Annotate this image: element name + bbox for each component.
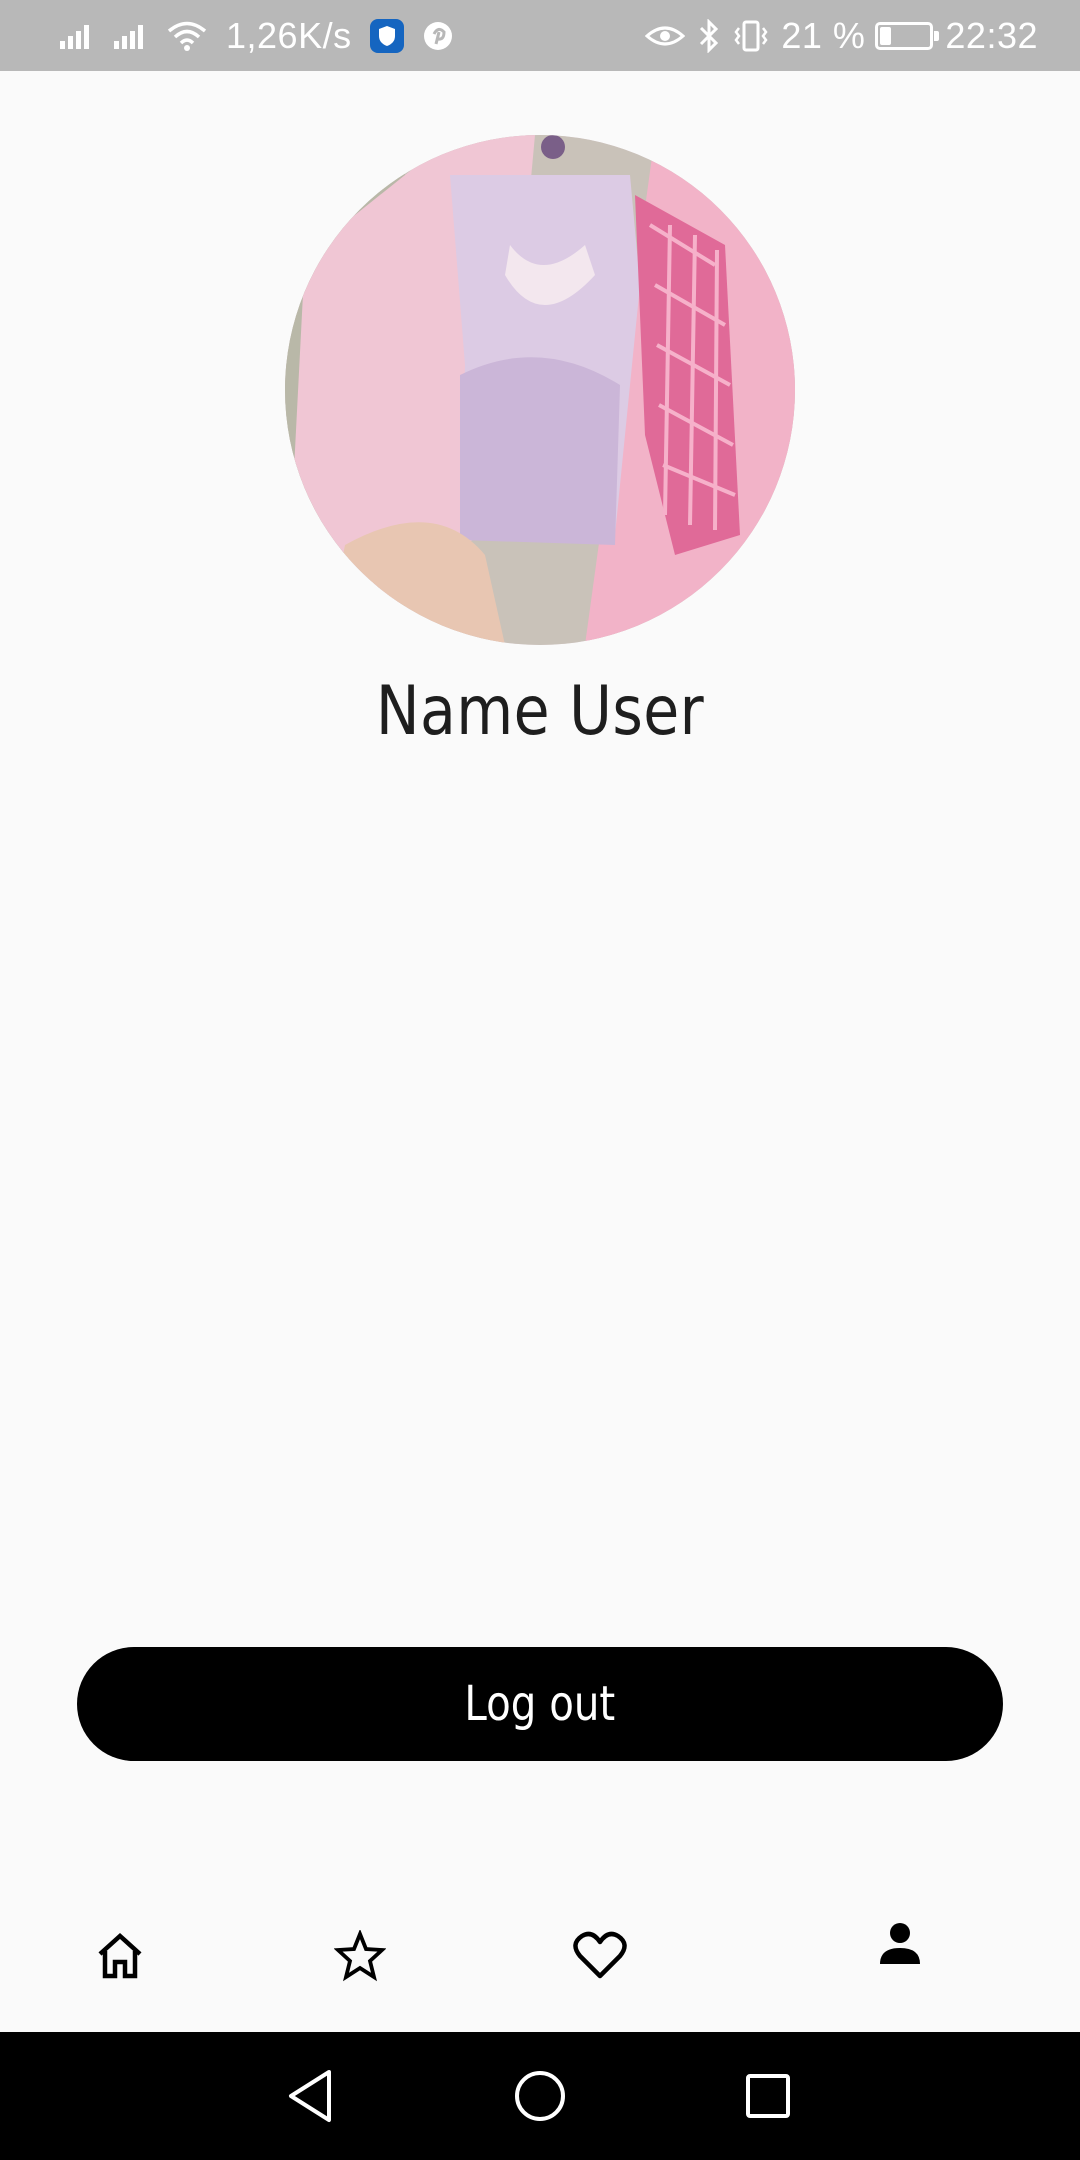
battery-icon bbox=[875, 21, 940, 50]
logout-label: Log out bbox=[464, 1676, 616, 1732]
avatar[interactable] bbox=[285, 135, 795, 645]
nav-favorites[interactable] bbox=[300, 1880, 420, 2032]
status-bar: 1,26K/s 21 % 22:32 bbox=[0, 0, 1080, 71]
back-button[interactable] bbox=[260, 2032, 360, 2160]
status-bar-right: 21 % 22:32 bbox=[633, 0, 1038, 71]
clock: 22:32 bbox=[945, 14, 1038, 56]
logout-button[interactable]: Log out bbox=[77, 1647, 1003, 1761]
recents-icon bbox=[746, 2074, 790, 2118]
battery-level bbox=[880, 26, 892, 45]
status-bar-left: 1,26K/s bbox=[58, 0, 472, 71]
eye-icon bbox=[645, 22, 686, 50]
back-icon bbox=[289, 2070, 331, 2122]
nav-home[interactable] bbox=[60, 1880, 180, 2032]
signal-icon bbox=[112, 21, 148, 51]
home-circle-icon bbox=[515, 2071, 565, 2121]
pinterest-icon bbox=[422, 20, 454, 52]
recents-button[interactable] bbox=[718, 2032, 818, 2160]
system-nav bbox=[0, 2032, 1080, 2160]
shield-icon bbox=[369, 18, 404, 53]
user-name: Name User bbox=[375, 672, 705, 751]
person-icon bbox=[880, 1923, 920, 1964]
bottom-nav bbox=[0, 1880, 1080, 2032]
star-icon bbox=[334, 1930, 386, 1982]
wifi-icon bbox=[166, 20, 208, 52]
nav-profile[interactable] bbox=[840, 1880, 960, 2032]
network-speed: 1,26K/s bbox=[226, 14, 352, 56]
home-icon bbox=[98, 1932, 142, 1979]
heart-icon bbox=[573, 1931, 627, 1979]
signal-icon bbox=[58, 21, 94, 51]
battery-percent: 21 % bbox=[781, 14, 866, 56]
home-button[interactable] bbox=[490, 2032, 590, 2160]
vibrate-icon bbox=[733, 19, 769, 53]
nav-likes[interactable] bbox=[540, 1880, 660, 2032]
avatar-photo bbox=[285, 135, 795, 645]
bluetooth-icon bbox=[697, 18, 721, 53]
